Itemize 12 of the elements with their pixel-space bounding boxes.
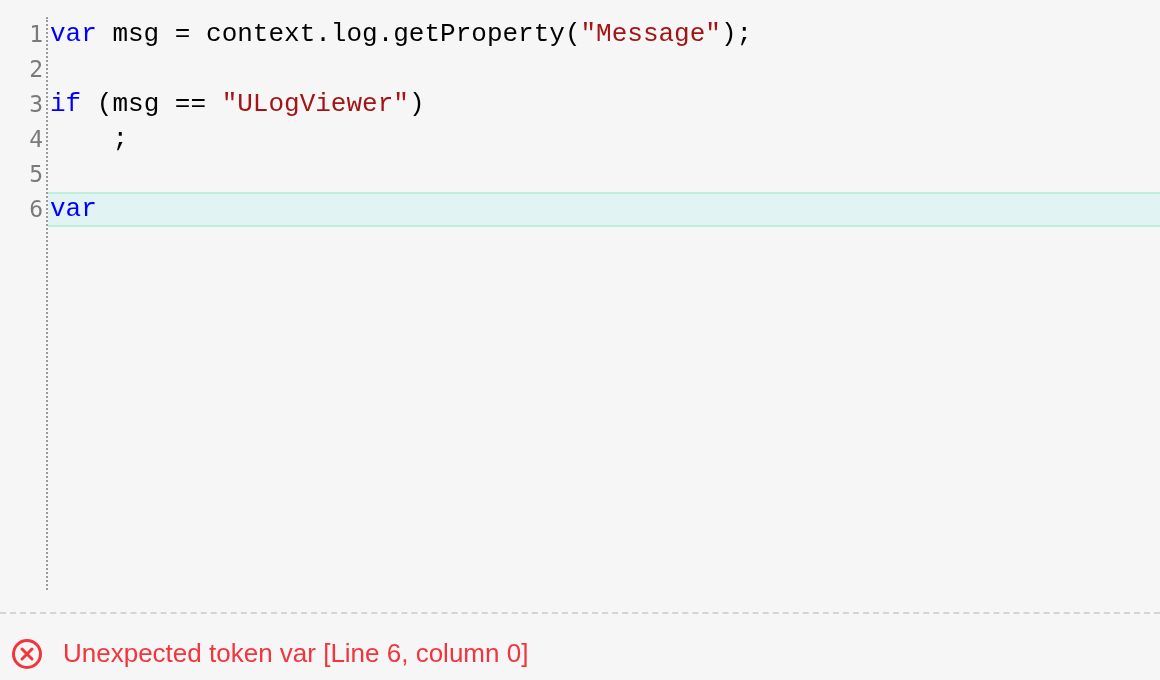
error-icon xyxy=(11,637,43,670)
line-number: 2 xyxy=(28,55,44,84)
line-number: 3 xyxy=(28,90,44,119)
code-line: if (msg == "ULogViewer") xyxy=(49,89,425,120)
line-number: 6 xyxy=(28,195,44,224)
code-line: ; xyxy=(111,124,128,155)
line-number: 4 xyxy=(28,125,44,154)
line-number: 5 xyxy=(28,160,44,189)
code-line: var xyxy=(49,194,97,225)
error-message: Unexpected token var [Line 6, column 0] xyxy=(63,637,529,670)
line-number: 1 xyxy=(28,20,44,49)
code-line: var msg = context.log.getProperty("Message"); xyxy=(49,19,753,50)
